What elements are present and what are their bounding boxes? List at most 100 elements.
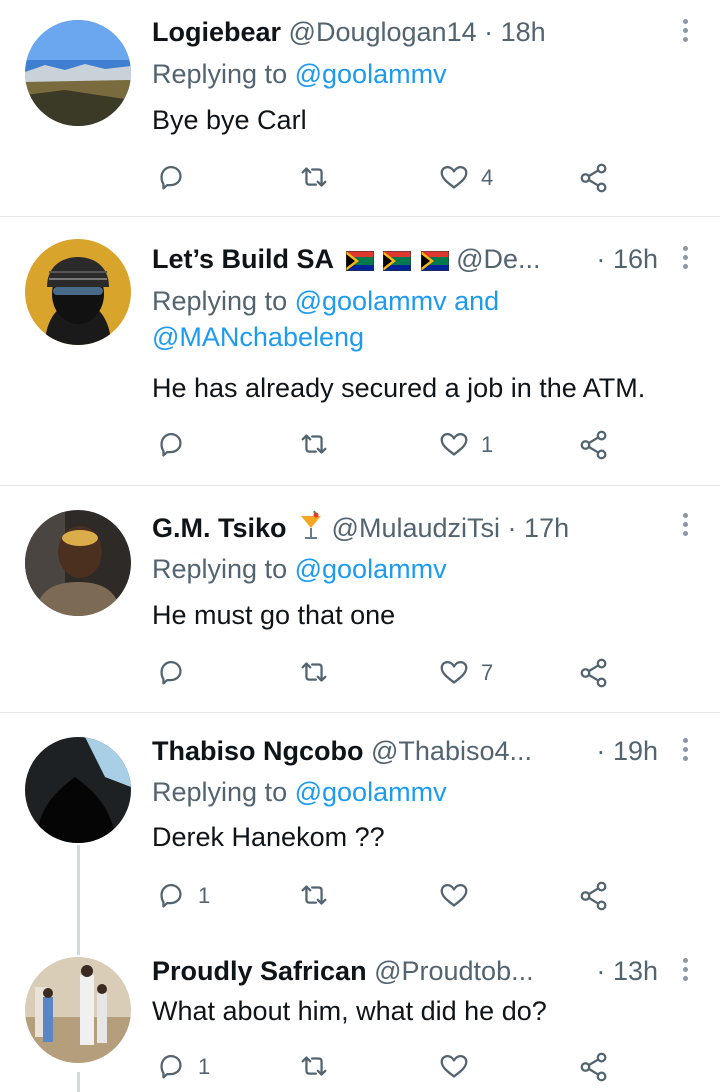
more-vertical-icon[interactable] [680, 955, 690, 985]
heart-icon [440, 166, 468, 189]
tweet-text: He has already secured a job in the ATM. [152, 373, 646, 403]
retweet-icon [301, 885, 327, 905]
south-africa-flag-icon [420, 251, 449, 271]
reply-icon [160, 661, 182, 685]
heart-icon [440, 661, 468, 684]
separator-dot: · [484, 17, 494, 47]
like-button[interactable]: 4 [437, 158, 493, 198]
more-vertical-icon[interactable] [680, 510, 690, 540]
thread-connector [77, 845, 80, 955]
avatar[interactable] [25, 510, 131, 616]
user-handle[interactable]: @Douglogan14 [289, 17, 477, 47]
heart-icon [440, 1055, 468, 1078]
more-vertical-icon[interactable] [680, 243, 690, 273]
mention-link[interactable]: @MANchabeleng [152, 322, 364, 352]
display-name[interactable]: Proudly Safrican [152, 956, 367, 986]
heart-icon [440, 884, 468, 907]
retweet-button[interactable] [297, 425, 331, 465]
separator-dot: · [507, 513, 517, 543]
reply-count: 1 [198, 1054, 211, 1079]
action-bar: 4 [152, 158, 632, 198]
retweet-button[interactable] [297, 158, 331, 198]
separator-dot: · [596, 736, 606, 766]
more-vertical-icon[interactable] [680, 735, 690, 765]
separator-dot: · [596, 244, 606, 274]
tweet-text: What about him, what did he do? [152, 996, 547, 1026]
tweet[interactable]: Thabiso Ngcobo @Thabiso4... · 19h Replyi… [0, 713, 720, 945]
replying-to: Replying to @goolammv [152, 774, 447, 810]
share-icon [580, 1052, 607, 1082]
reply-button[interactable]: 1 [154, 876, 210, 916]
share-button[interactable] [577, 425, 611, 465]
avatar[interactable] [25, 20, 131, 126]
display-name[interactable]: Let’s Build SA [152, 244, 334, 274]
timestamp[interactable]: 16h [613, 244, 658, 274]
replying-to-label: Replying to [152, 59, 288, 89]
share-icon [580, 881, 607, 911]
action-bar: 1 [152, 876, 632, 916]
timestamp[interactable]: 19h [613, 736, 658, 766]
retweet-button[interactable] [297, 1047, 331, 1087]
tweet-text: Bye bye Carl [152, 105, 307, 135]
timestamp[interactable]: 18h [501, 17, 546, 47]
replying-to-label: Replying to [152, 777, 288, 807]
reply-button[interactable] [154, 425, 198, 465]
share-icon [580, 163, 607, 193]
reply-button[interactable] [154, 653, 198, 693]
tweet[interactable]: Let’s Build SA @De... · 16h Replying to … [0, 217, 720, 486]
reply-count: 1 [198, 883, 211, 908]
thread-connector [77, 1072, 80, 1092]
retweet-button[interactable] [297, 653, 331, 693]
like-button[interactable] [437, 876, 481, 916]
more-vertical-icon[interactable] [680, 16, 690, 46]
display-name[interactable]: G.M. Tsiko [152, 513, 287, 543]
replying-to-label: Replying to [152, 554, 288, 584]
retweet-icon [301, 1056, 327, 1076]
display-name[interactable]: Logiebear [152, 17, 281, 47]
like-count: 1 [481, 432, 494, 457]
user-handle[interactable]: @De... [456, 244, 540, 274]
tweet-text: Derek Hanekom ?? [152, 822, 385, 852]
reply-button[interactable]: 1 [154, 1047, 210, 1087]
action-bar: 1 [152, 425, 632, 465]
user-handle[interactable]: @Proudtob... [374, 956, 534, 986]
share-icon [580, 658, 607, 688]
cocktail-emoji-icon [301, 510, 322, 539]
share-button[interactable] [577, 1047, 611, 1087]
retweet-icon [301, 662, 327, 682]
avatar[interactable] [25, 957, 131, 1063]
mention-link[interactable]: @goolammv [295, 286, 447, 316]
like-button[interactable]: 7 [437, 653, 493, 693]
avatar[interactable] [25, 239, 131, 345]
share-button[interactable] [577, 876, 611, 916]
display-name[interactable]: Thabiso Ngcobo [152, 736, 364, 766]
action-bar: 1 [152, 1047, 632, 1087]
mention-link[interactable]: @goolammv [295, 59, 447, 89]
reply-button[interactable] [154, 158, 198, 198]
replying-to: Replying to @goolammv [152, 56, 447, 92]
share-button[interactable] [577, 653, 611, 693]
mention-link[interactable]: @goolammv [295, 777, 447, 807]
user-handle[interactable]: @Thabiso4... [371, 736, 532, 766]
timestamp[interactable]: 13h [613, 956, 658, 986]
like-button[interactable] [437, 1047, 481, 1087]
replying-to-label: Replying to [152, 286, 288, 316]
replying-to: Replying to @goolammv and @MANchabeleng [152, 283, 552, 355]
separator-dot: · [596, 956, 606, 986]
retweet-icon [301, 434, 327, 454]
retweet-button[interactable] [297, 876, 331, 916]
user-handle[interactable]: @MulaudziTsi [332, 513, 500, 543]
reply-icon [160, 433, 182, 457]
share-icon [580, 430, 607, 460]
timestamp[interactable]: 17h [524, 513, 569, 543]
avatar[interactable] [25, 737, 131, 843]
mention-link[interactable]: @goolammv [295, 554, 447, 584]
tweet[interactable]: G.M. Tsiko @MulaudziTsi · 17h Replying t… [0, 486, 720, 713]
tweet[interactable]: Proudly Safrican @Proudtob... · 13h What… [0, 945, 720, 1092]
tweet[interactable]: Logiebear @Douglogan14 · 18h Replying to… [0, 0, 720, 217]
reply-icon [160, 166, 182, 190]
like-button[interactable]: 1 [437, 425, 493, 465]
reply-icon [160, 884, 182, 908]
replying-to: Replying to @goolammv [152, 551, 447, 587]
share-button[interactable] [577, 158, 611, 198]
